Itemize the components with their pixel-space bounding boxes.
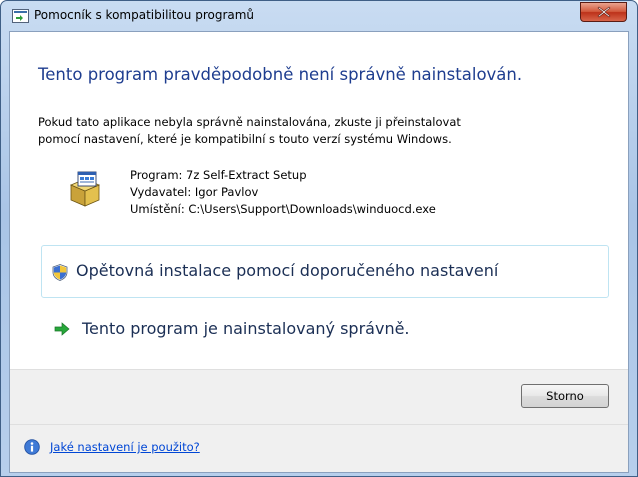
info-icon xyxy=(24,439,40,455)
main-instruction: Tento program pravděpodobně není správně… xyxy=(38,65,523,84)
description-text: Pokud tato aplikace nebyla správně nains… xyxy=(38,114,598,148)
window-title: Pomocník s kompatibilitou programů xyxy=(34,8,255,22)
help-settings-link[interactable]: Jaké nastavení je použito? xyxy=(50,440,200,454)
dialog-content: Tento program pravděpodobně není správně… xyxy=(9,31,629,473)
help-bar: Jaké nastavení je použito? xyxy=(10,424,628,472)
green-arrow-icon xyxy=(54,322,70,336)
installer-package-icon xyxy=(69,171,101,207)
description-line: Pokud tato aplikace nebyla správně nains… xyxy=(38,115,461,129)
close-button[interactable] xyxy=(580,2,627,22)
program-publisher: Vydavatel: Igor Pavlov xyxy=(130,185,259,199)
program-info: Program: 7z Self-Extract Setup Vydavatel… xyxy=(130,167,436,218)
uac-shield-icon xyxy=(52,264,68,281)
button-bar: Storno xyxy=(10,369,628,424)
reinstall-recommended-option[interactable]: Opětovná instalace pomocí doporučeného n… xyxy=(41,245,609,298)
description-line: pomocí nastavení, které je kompatibilní … xyxy=(38,132,452,146)
cancel-button[interactable]: Storno xyxy=(521,384,609,408)
reinstall-option-label: Opětovná instalace pomocí doporučeného n… xyxy=(76,261,499,280)
program-location: Umístění: C:\Users\Support\Downloads\win… xyxy=(130,202,436,216)
close-icon xyxy=(597,6,610,18)
program-name: Program: 7z Self-Extract Setup xyxy=(130,168,307,182)
title-bar[interactable]: Pomocník s kompatibilitou programů xyxy=(1,1,637,31)
program-window-icon xyxy=(12,9,29,23)
compatibility-assistant-window: Pomocník s kompatibilitou programů Tento… xyxy=(0,0,638,477)
program-installed-correctly-option[interactable]: Tento program je nainstalovaný správně. xyxy=(41,308,609,348)
installed-correctly-label: Tento program je nainstalovaný správně. xyxy=(82,319,410,338)
